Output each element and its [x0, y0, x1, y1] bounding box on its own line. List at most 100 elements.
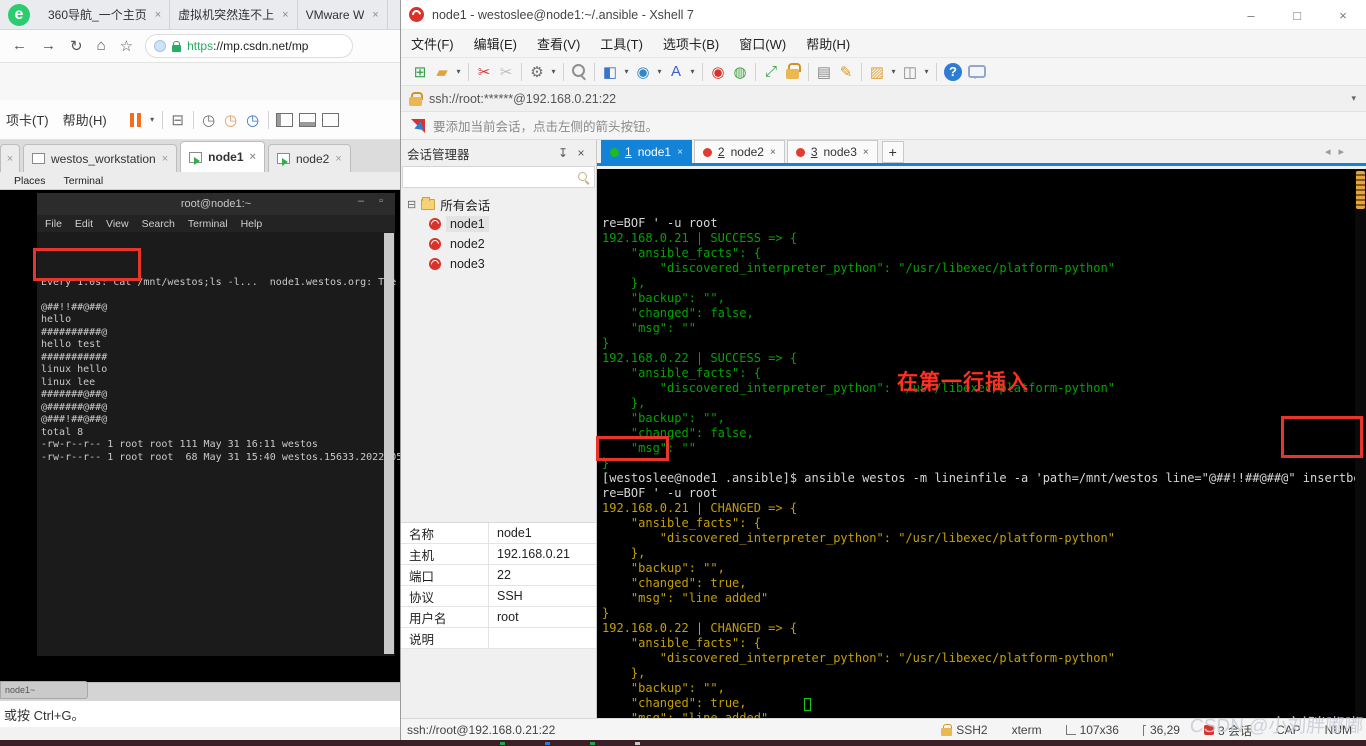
tab-close-icon[interactable]: × — [282, 9, 288, 21]
dropdown-caret[interactable]: ▾ — [548, 60, 559, 84]
terminal-tab[interactable]: 2 node2 × — [693, 140, 785, 163]
tab-scroll-arrows[interactable]: ◂▸ — [1325, 145, 1352, 158]
pause-icon[interactable] — [125, 108, 147, 132]
help-icon[interactable]: ? — [944, 62, 962, 81]
back-icon[interactable]: ← — [12, 37, 27, 55]
menu-item[interactable]: 帮助(H) — [806, 34, 850, 53]
scrollbar-thumb[interactable] — [1356, 171, 1365, 209]
snapshot-revert-icon[interactable]: ◷ — [220, 108, 242, 132]
browser-tab[interactable]: VMware W × — [298, 0, 388, 30]
highlighter-icon[interactable]: ✎ — [835, 60, 857, 84]
vmware-menu-item[interactable]: 项卡(T) — [6, 110, 49, 129]
session-tree-root[interactable]: ⊟ 所有会话 — [407, 194, 596, 214]
pin-icon[interactable]: ↧ — [554, 146, 572, 160]
tab-close-icon[interactable]: × — [155, 9, 161, 21]
reconnect-icon[interactable]: ✂ — [495, 60, 517, 84]
address-dropdown-icon[interactable]: ▾ — [1351, 93, 1358, 104]
guest-terminal-menu-item[interactable]: Edit — [75, 218, 93, 230]
session-search-input[interactable] — [402, 166, 595, 188]
toolbar-separator[interactable] — [267, 110, 269, 129]
favorites-icon[interactable]: ☆ — [120, 37, 133, 55]
menu-item[interactable]: 文件(F) — [411, 34, 454, 53]
close-button[interactable]: × — [1320, 0, 1366, 30]
dropdown-caret[interactable]: ▾ — [147, 108, 158, 132]
menu-item[interactable]: 编辑(E) — [474, 34, 517, 53]
menu-item[interactable]: 工具(T) — [600, 34, 643, 53]
feedback-icon[interactable] — [968, 65, 986, 79]
toolbar-separator[interactable] — [192, 110, 194, 129]
toolbar-separator[interactable] — [808, 62, 809, 81]
dropdown-caret[interactable]: ▾ — [888, 60, 899, 84]
session-tree-item[interactable]: node2 — [407, 234, 596, 254]
toolbar-separator[interactable] — [468, 62, 469, 81]
vmware-status-tab[interactable]: node1~ — [0, 681, 88, 699]
dropdown-caret[interactable]: ▾ — [621, 60, 632, 84]
dropdown-caret[interactable]: ▾ — [654, 60, 665, 84]
dropdown-caret[interactable]: ▾ — [453, 60, 464, 84]
toolbar-separator[interactable] — [521, 62, 522, 81]
tab-close-icon[interactable]: × — [162, 153, 168, 165]
send-cad-icon[interactable]: ⊟ — [167, 108, 189, 132]
window-controls[interactable]: – ▫ — [358, 195, 389, 207]
tab-close-icon[interactable]: × — [677, 147, 683, 158]
console-view-icon[interactable] — [321, 112, 339, 127]
minimize-button[interactable]: – — [1228, 0, 1274, 30]
session-tree-item[interactable]: node1 — [407, 214, 596, 234]
site-info-icon[interactable] — [154, 40, 167, 52]
vmware-menu-item[interactable]: 帮助(H) — [63, 110, 107, 129]
guest-terminal-menu-item[interactable]: Help — [241, 218, 263, 230]
menu-item[interactable]: 查看(V) — [537, 34, 580, 53]
toolbar-separator[interactable] — [936, 62, 937, 81]
menu-item[interactable]: 选项卡(B) — [663, 34, 719, 53]
guest-terminal-scrollbar[interactable] — [384, 233, 394, 654]
guest-terminal-menu-item[interactable]: Terminal — [188, 218, 228, 230]
tab-close-icon[interactable]: × — [335, 153, 341, 165]
font-icon[interactable]: A — [665, 60, 687, 84]
tab-close-icon[interactable]: × — [863, 147, 869, 158]
vmware-vm-tab[interactable]: westos_workstation × — [23, 144, 178, 172]
close-panel-icon[interactable]: × — [572, 146, 590, 160]
tab-close-icon[interactable]: × — [372, 9, 378, 21]
terminal-screen[interactable]: re=BOF ' -u root 192.168.0.21 | SUCCESS =… — [597, 169, 1366, 718]
windows-taskbar[interactable] — [0, 740, 1366, 746]
menu-item[interactable]: 窗口(W) — [739, 34, 786, 53]
transfer-icon[interactable]: ◧ — [599, 60, 621, 84]
collapse-icon[interactable]: ⊟ — [407, 198, 416, 211]
refresh-icon[interactable]: ↻ — [70, 37, 83, 55]
toolbar-separator[interactable] — [702, 62, 703, 81]
vmware-vm-tab[interactable]: node1 × — [180, 141, 265, 172]
layout-icon[interactable]: ◫ — [899, 60, 921, 84]
guest-terminal-menu-item[interactable]: Search — [142, 218, 175, 230]
terminal-tab[interactable]: 3 node3 × — [786, 140, 878, 163]
toolbar-separator[interactable] — [861, 62, 862, 81]
guest-menu-item[interactable]: Places — [14, 175, 46, 187]
browser-tab[interactable]: 360导航_一个主页 × — [40, 0, 171, 30]
browser-tab[interactable]: 虚拟机突然连不上 × — [170, 0, 298, 30]
dropdown-caret[interactable]: ▾ — [921, 60, 932, 84]
forward-icon[interactable]: → — [41, 37, 56, 55]
home-icon[interactable]: ⌂ — [97, 37, 106, 55]
guest-menu-item[interactable]: Terminal — [64, 175, 104, 187]
guest-terminal-menu-item[interactable]: View — [106, 218, 129, 230]
ssh-address[interactable]: ssh://root:******@192.168.0.21:22 — [429, 92, 1344, 106]
snapshot-manager-icon[interactable]: ◷ — [242, 108, 264, 132]
xftp-icon[interactable]: ◍ — [729, 60, 751, 84]
session-tree-item[interactable]: node3 — [407, 254, 596, 274]
terminal-tab[interactable]: 1 node1 × — [601, 140, 692, 163]
add-session-arrow-icon[interactable] — [411, 118, 425, 134]
lock-icon[interactable] — [782, 60, 804, 84]
xshell-icon[interactable]: ◉ — [707, 60, 729, 84]
toolbar-separator[interactable] — [563, 62, 564, 81]
browser-logo-icon[interactable]: e — [8, 3, 30, 26]
tab-close-icon[interactable]: × — [250, 151, 256, 163]
new-session-icon[interactable]: ⊞ — [409, 60, 431, 84]
toolbar-separator[interactable] — [755, 62, 756, 81]
tab-close-icon[interactable]: × — [770, 147, 776, 158]
globe-icon[interactable]: ◉ — [632, 60, 654, 84]
toolbar-separator[interactable] — [161, 110, 163, 129]
find-icon[interactable] — [568, 60, 590, 84]
open-folder-icon[interactable]: ▰ — [431, 60, 453, 84]
toolbar-separator[interactable] — [594, 62, 595, 81]
guest-terminal-menu-item[interactable]: File — [45, 218, 62, 230]
show-thumbnail-icon[interactable] — [298, 112, 316, 127]
